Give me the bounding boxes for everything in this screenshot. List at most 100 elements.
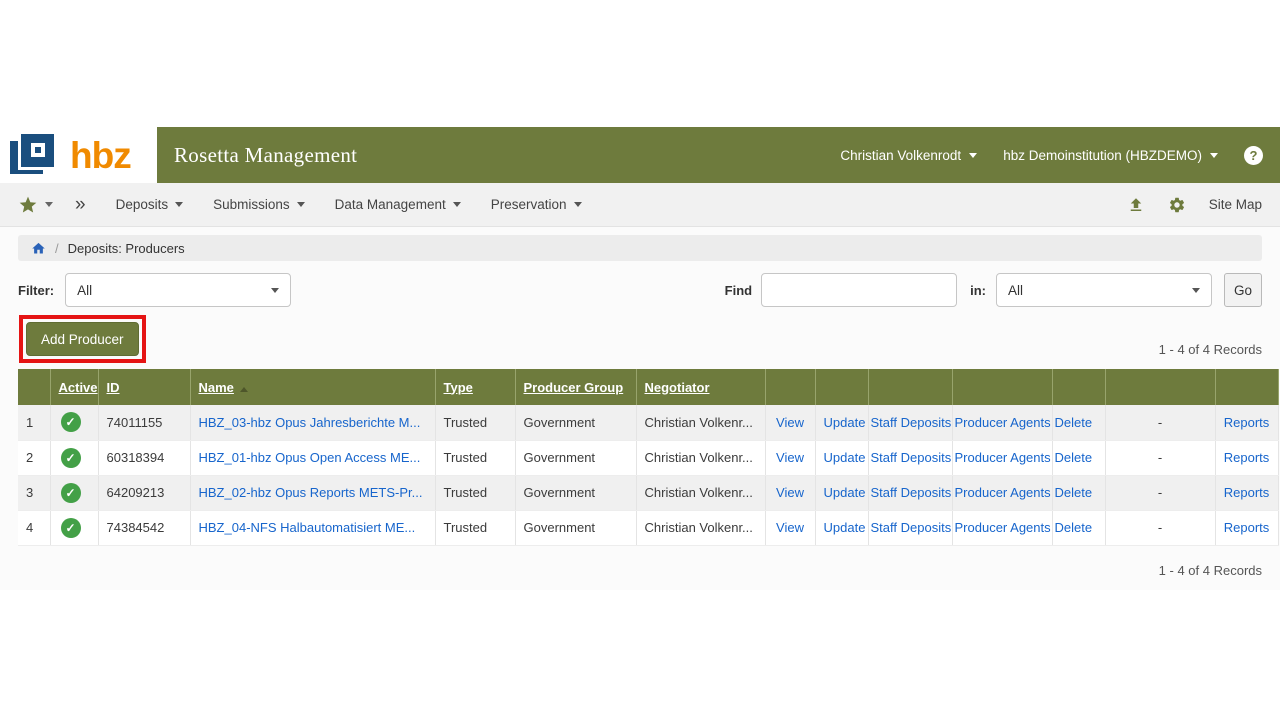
delete-link[interactable]: Delete: [1055, 450, 1093, 465]
producer-id: 74384542: [98, 510, 190, 545]
update-link[interactable]: Update: [824, 520, 866, 535]
reports-link[interactable]: Reports: [1224, 520, 1270, 535]
table-row: 2 ✓ 60318394 HBZ_01-hbz Opus Open Access…: [18, 440, 1278, 475]
nav-overflow-icon[interactable]: »: [75, 194, 86, 216]
favorites-star-icon[interactable]: [18, 195, 38, 215]
producer-name-link[interactable]: HBZ_03-hbz Opus Jahresberichte M...: [199, 415, 421, 430]
reports-link[interactable]: Reports: [1224, 415, 1270, 430]
producer-id: 74011155: [98, 405, 190, 440]
favorites-chevron-icon[interactable]: [45, 202, 53, 207]
col-id: ID: [98, 369, 190, 405]
table-header-row: Active ID Name Type Producer Group Negot…: [18, 369, 1278, 405]
gear-icon[interactable]: [1168, 196, 1186, 214]
chevron-down-icon: [1210, 153, 1218, 158]
chevron-down-icon: [1192, 288, 1200, 293]
col-blank: [765, 369, 815, 405]
institution-menu[interactable]: hbz Demoinstitution (HBZDEMO): [1003, 148, 1218, 163]
producer-agents-link[interactable]: Producer Agents: [955, 415, 1051, 430]
producer-agents-link[interactable]: Producer Agents: [955, 520, 1051, 535]
chevron-down-icon: [297, 202, 305, 207]
masthead: hbz Rosetta Management Christian Volkenr…: [0, 127, 1280, 183]
chevron-down-icon: [453, 202, 461, 207]
producers-table: Active ID Name Type Producer Group Negot…: [18, 369, 1262, 546]
nav-menu-deposits[interactable]: Deposits: [116, 197, 184, 212]
table-row: 1 ✓ 74011155 HBZ_03-hbz Opus Jahresberic…: [18, 405, 1278, 440]
update-link[interactable]: Update: [824, 450, 866, 465]
filter-label: Filter:: [18, 283, 54, 298]
user-menu[interactable]: Christian Volkenrodt: [840, 148, 977, 163]
nav-menu-submissions[interactable]: Submissions: [213, 197, 305, 212]
negotiator: Christian Volkenr...: [636, 440, 765, 475]
delete-link[interactable]: Delete: [1055, 520, 1093, 535]
col-negotiator: Negotiator: [636, 369, 765, 405]
help-icon[interactable]: ?: [1244, 146, 1263, 165]
home-icon[interactable]: [31, 241, 46, 256]
actions-row: Add Producer 1 - 4 of 4 Records: [18, 315, 1262, 363]
delete-link[interactable]: Delete: [1055, 485, 1093, 500]
site-map-link[interactable]: Site Map: [1209, 197, 1262, 212]
dash-cell: -: [1105, 510, 1215, 545]
records-count-bottom: 1 - 4 of 4 Records: [18, 563, 1262, 578]
col-name: Name: [190, 369, 435, 405]
producer-type: Trusted: [435, 405, 515, 440]
staff-deposits-link[interactable]: Staff Deposits: [871, 520, 952, 535]
staff-deposits-link[interactable]: Staff Deposits: [871, 450, 952, 465]
col-blank: [1215, 369, 1278, 405]
reports-link[interactable]: Reports: [1224, 450, 1270, 465]
row-number: 4: [18, 510, 50, 545]
producer-name-link[interactable]: HBZ_02-hbz Opus Reports METS-Pr...: [199, 485, 423, 500]
institution-menu-label: hbz Demoinstitution (HBZDEMO): [1003, 148, 1202, 163]
navbar: » Deposits Submissions Data Management P…: [0, 183, 1280, 227]
producer-group: Government: [515, 475, 636, 510]
producer-agents-link[interactable]: Producer Agents: [955, 485, 1051, 500]
update-link[interactable]: Update: [824, 485, 866, 500]
producer-group: Government: [515, 405, 636, 440]
app-title: Rosetta Management: [174, 143, 357, 168]
view-link[interactable]: View: [776, 485, 804, 500]
dash-cell: -: [1105, 475, 1215, 510]
dash-cell: -: [1105, 440, 1215, 475]
chevron-down-icon: [969, 153, 977, 158]
producer-type: Trusted: [435, 475, 515, 510]
producer-name-link[interactable]: HBZ_04-NFS Halbautomatisiert ME...: [199, 520, 416, 535]
breadcrumb: / Deposits: Producers: [18, 235, 1262, 261]
find-label: Find: [725, 283, 752, 298]
view-link[interactable]: View: [776, 415, 804, 430]
filter-select[interactable]: All: [65, 273, 291, 307]
hbz-logo: hbz: [0, 127, 157, 183]
update-link[interactable]: Update: [824, 415, 866, 430]
add-producer-button[interactable]: Add Producer: [26, 322, 139, 356]
active-check-icon: ✓: [61, 518, 81, 538]
col-active: Active: [50, 369, 98, 405]
negotiator: Christian Volkenr...: [636, 510, 765, 545]
producer-id: 60318394: [98, 440, 190, 475]
filter-bar: Filter: All Find in: All Go: [18, 273, 1262, 307]
nav-menu-data-management[interactable]: Data Management: [335, 197, 461, 212]
active-cell: ✓: [50, 475, 98, 510]
view-link[interactable]: View: [776, 450, 804, 465]
annotation-highlight-box: Add Producer: [19, 315, 146, 363]
col-row-number: [18, 369, 50, 405]
col-blank: [1052, 369, 1105, 405]
staff-deposits-link[interactable]: Staff Deposits: [871, 415, 952, 430]
staff-deposits-link[interactable]: Staff Deposits: [871, 485, 952, 500]
producer-agents-link[interactable]: Producer Agents: [955, 450, 1051, 465]
upload-icon[interactable]: [1127, 196, 1145, 214]
main-content: / Deposits: Producers Filter: All Find i…: [0, 227, 1280, 590]
nav-menu-preservation[interactable]: Preservation: [491, 197, 582, 212]
active-cell: ✓: [50, 440, 98, 475]
col-type: Type: [435, 369, 515, 405]
find-in-select[interactable]: All: [996, 273, 1212, 307]
breadcrumb-page: Deposits: Producers: [68, 241, 185, 256]
producer-group: Government: [515, 510, 636, 545]
reports-link[interactable]: Reports: [1224, 485, 1270, 500]
chevron-down-icon: [175, 202, 183, 207]
active-check-icon: ✓: [61, 483, 81, 503]
delete-link[interactable]: Delete: [1055, 415, 1093, 430]
go-button[interactable]: Go: [1224, 273, 1262, 307]
producer-id: 64209213: [98, 475, 190, 510]
find-input[interactable]: [761, 273, 957, 307]
producer-type: Trusted: [435, 510, 515, 545]
producer-name-link[interactable]: HBZ_01-hbz Opus Open Access ME...: [199, 450, 421, 465]
view-link[interactable]: View: [776, 520, 804, 535]
